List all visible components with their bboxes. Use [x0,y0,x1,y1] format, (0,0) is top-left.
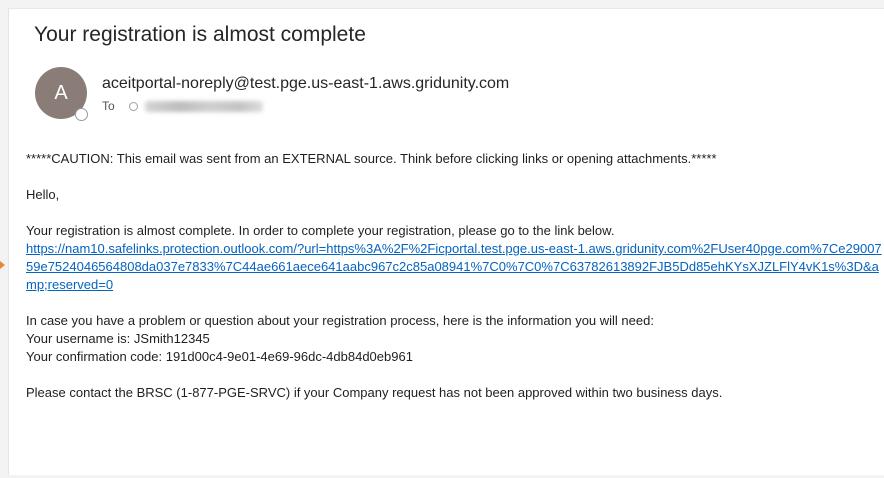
intro-text: Your registration is almost complete. In… [26,223,615,238]
avatar-initial: A [54,81,68,104]
username-line: Your username is: JSmith12345 [26,331,210,346]
email-body: *****CAUTION: This email was sent from a… [26,150,882,402]
presence-status-icon [75,108,88,121]
registration-link[interactable]: https://nam10.safelinks.protection.outlo… [26,240,882,294]
to-label: To [102,99,115,113]
recipient-redacted[interactable] [144,100,263,112]
recipient-row: To [102,98,263,114]
confirmation-line: Your confirmation code: 191d00c4-9e01-4e… [26,349,413,364]
info-intro: In case you have a problem or question a… [26,313,654,328]
recipient-presence-icon [128,101,138,111]
sender-address[interactable]: aceitportal-noreply@test.pge.us-east-1.a… [102,75,509,93]
side-arrow-marker [0,261,5,269]
email-subject: Your registration is almost complete [34,23,366,46]
caution-banner: *****CAUTION: This email was sent from a… [26,151,717,166]
contact-line: Please contact the BRSC (1-877-PGE-SRVC)… [26,385,723,400]
email-reading-pane: Your registration is almost complete A a… [8,8,884,475]
greeting: Hello, [26,187,60,202]
